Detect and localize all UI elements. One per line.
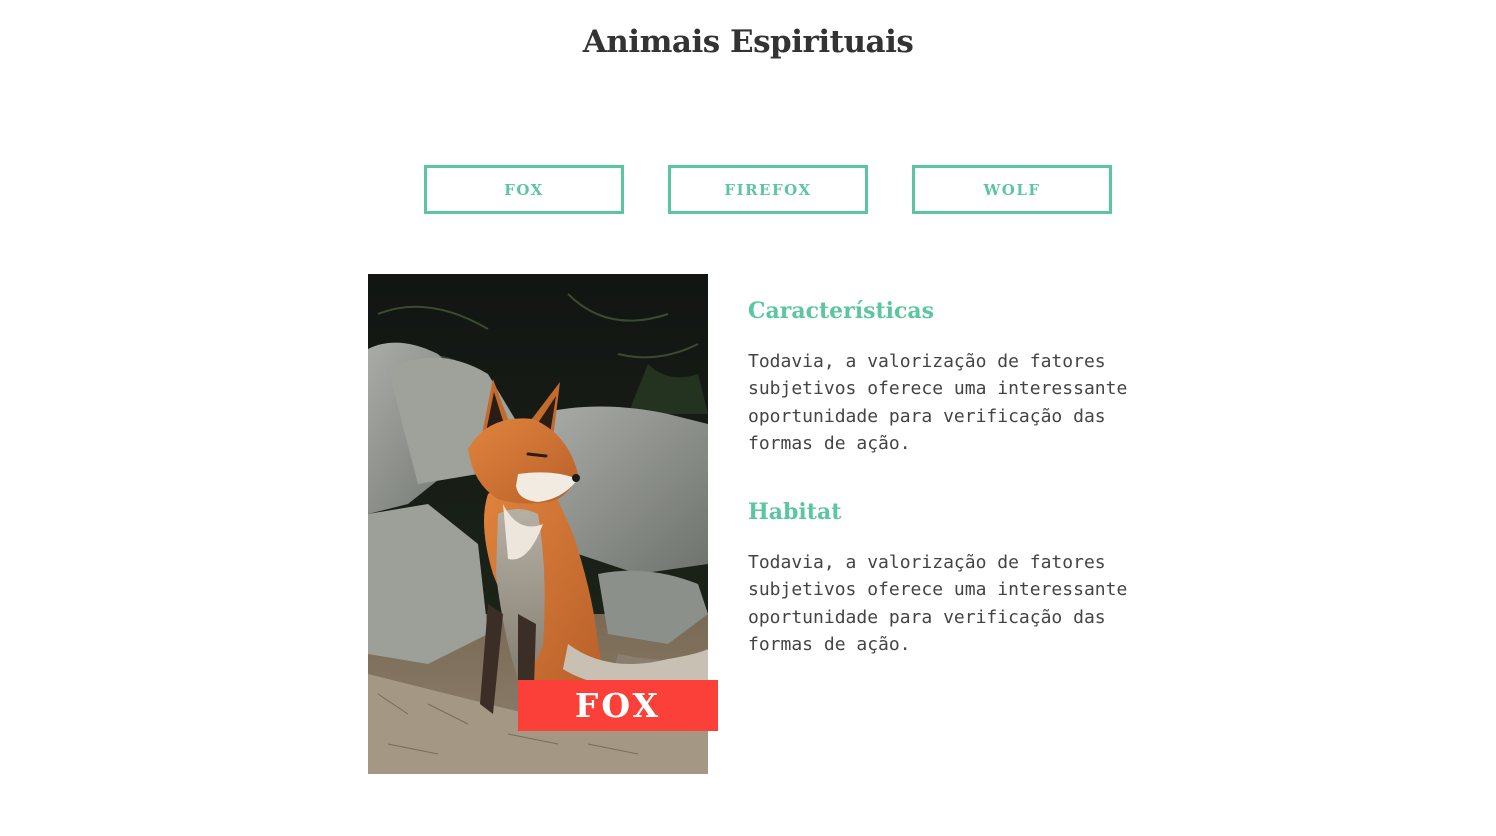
tab-firefox[interactable]: FIREFOX (668, 165, 868, 214)
characteristics-text: Todavia, a valorização de fatores subjet… (748, 351, 1128, 454)
page-title: Animais Espirituais (582, 24, 914, 60)
animal-tab-nav: FOX FIREFOX WOLF (424, 165, 1112, 214)
tab-fox[interactable]: FOX (424, 165, 624, 214)
characteristics-section: Características Todavia, a valorização d… (748, 296, 1168, 457)
animal-caption: FOX (518, 680, 718, 731)
habitat-heading: Habitat (748, 499, 842, 526)
habitat-section: Habitat Todavia, a valorização de fatore… (748, 497, 1168, 658)
characteristics-heading: Características (748, 298, 935, 324)
animal-figure: FOX (368, 274, 718, 774)
habitat-text: Todavia, a valorização de fatores subjet… (748, 552, 1128, 656)
tab-wolf[interactable]: WOLF (912, 165, 1112, 214)
animal-info: Características Todavia, a valorização d… (748, 296, 1168, 698)
